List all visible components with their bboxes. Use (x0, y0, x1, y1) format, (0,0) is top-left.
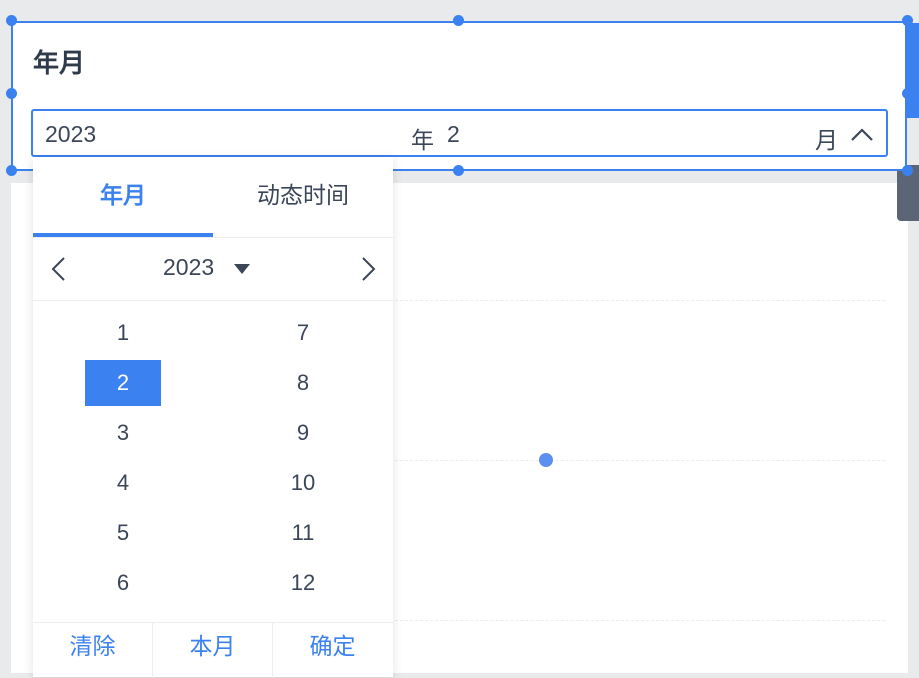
tab-year-month[interactable]: 年月 (33, 157, 213, 237)
month-cell[interactable]: 6 (85, 560, 161, 606)
input-year-value: 2023 (45, 121, 97, 147)
month-cell-selected[interactable]: 2 (85, 360, 161, 406)
chevron-up-icon[interactable] (849, 122, 875, 148)
chart-grid-line (380, 620, 885, 621)
month-cell[interactable]: 9 (265, 410, 341, 456)
month-cell[interactable]: 10 (265, 460, 341, 506)
month-cell[interactable]: 4 (85, 460, 161, 506)
resize-handle-bottom[interactable] (453, 165, 464, 176)
input-month-suffix: 月 (815, 127, 838, 153)
month-cell[interactable]: 7 (265, 310, 341, 356)
side-panel-strip (907, 23, 919, 118)
month-cell[interactable]: 3 (85, 410, 161, 456)
resize-handle-top[interactable] (453, 15, 464, 26)
resize-handle-left[interactable] (6, 88, 17, 99)
resize-handle-top-left[interactable] (6, 15, 17, 26)
year-month-input[interactable]: 2023 年 2 月 (31, 109, 888, 157)
tab-dynamic-time[interactable]: 动态时间 (213, 157, 393, 235)
month-cell[interactable]: 5 (85, 510, 161, 556)
month-cell[interactable]: 12 (265, 560, 341, 606)
this-month-button[interactable]: 本月 (153, 623, 273, 678)
input-month-value: 2 (447, 121, 460, 147)
resize-handle-right[interactable] (902, 88, 913, 99)
month-cell[interactable]: 8 (265, 360, 341, 406)
clear-button[interactable]: 清除 (33, 623, 153, 678)
year-navigation: 2023 (33, 238, 393, 301)
caret-down-icon[interactable] (234, 264, 250, 274)
month-picker-panel: 年月 动态时间 2023 1 2 3 4 5 6 7 8 9 10 11 12 … (33, 157, 393, 678)
resize-handle-bottom-right[interactable] (902, 165, 913, 176)
chart-grid-line (380, 460, 885, 461)
confirm-button[interactable]: 确定 (273, 623, 392, 678)
month-cell[interactable]: 11 (265, 510, 341, 556)
chart-grid-line (380, 300, 885, 301)
widget-title: 年月 (33, 48, 86, 78)
year-select[interactable]: 2023 (163, 254, 214, 281)
picker-footer: 清除 本月 确定 (33, 622, 393, 678)
chart-data-point (539, 453, 553, 467)
month-cell[interactable]: 1 (85, 310, 161, 356)
resize-handle-top-right[interactable] (902, 15, 913, 26)
chevron-right-icon[interactable] (356, 256, 380, 282)
input-year-suffix: 年 (411, 127, 434, 153)
resize-handle-bottom-left[interactable] (6, 165, 17, 176)
picker-tabs: 年月 动态时间 (33, 157, 393, 238)
chevron-left-icon[interactable] (47, 256, 71, 282)
